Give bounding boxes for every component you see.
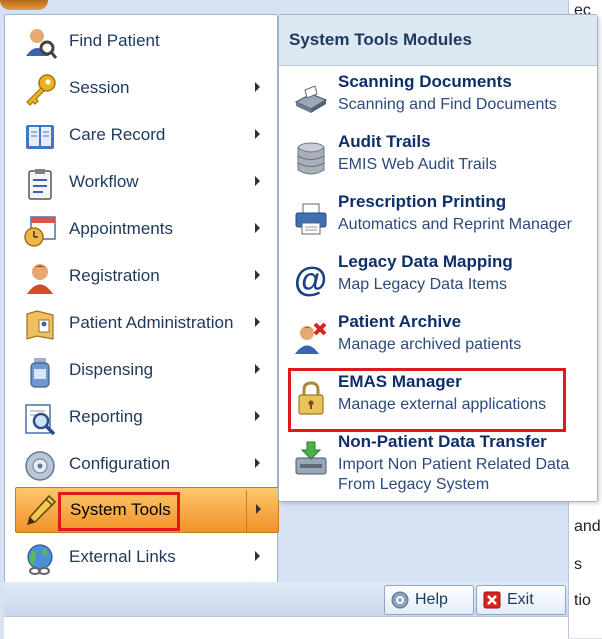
submenu-item-legacy-data-mapping[interactable]: @ Legacy Data Mapping Map Legacy Data It… — [287, 250, 593, 310]
menu-item-care-record[interactable]: Care Record — [15, 113, 277, 159]
menu-item-label: Configuration — [69, 454, 171, 473]
menu-item-label: Reporting — [69, 407, 143, 426]
submenu-header: System Tools Modules — [279, 15, 597, 66]
submenu-arrow-icon — [255, 458, 260, 468]
pencil-icon — [26, 494, 57, 526]
menu-item-patient-administration[interactable]: Patient Administration — [15, 301, 277, 347]
menu-item-find-patient[interactable]: Find Patient — [15, 19, 277, 65]
menu-item-external-links[interactable]: External Links — [15, 535, 277, 581]
submenu-item-prescription-printing[interactable]: Prescription Printing Automatics and Rep… — [287, 190, 593, 250]
close-icon — [483, 591, 501, 609]
menu-item-label: Registration — [69, 266, 160, 285]
submenu-title: System Tools Modules — [289, 30, 472, 49]
menu-item-label: Patient Administration — [69, 313, 234, 332]
submenu-arrow-icon — [255, 551, 260, 561]
menu-item-session[interactable]: Session — [15, 66, 277, 112]
submenu-item-title: Prescription Printing — [338, 192, 507, 211]
exit-button[interactable]: Exit — [476, 585, 566, 615]
help-icon — [391, 591, 409, 609]
submenu-item-title: Audit Trails — [338, 132, 431, 151]
menu-item-reporting[interactable]: Reporting — [15, 395, 277, 441]
submenu-item-audit-trails[interactable]: Audit Trails EMIS Web Audit Trails — [287, 130, 593, 190]
submenu-item-scanning-documents[interactable]: Scanning Documents Scanning and Find Doc… — [287, 70, 593, 130]
scanner-icon — [294, 85, 328, 113]
submenu-arrow-icon — [255, 223, 260, 233]
background-text-fragment: tio — [574, 592, 591, 609]
at-sign-icon: @ — [294, 261, 327, 298]
background-text-fragment: and — [574, 518, 601, 535]
menu-item-registration[interactable]: Registration — [15, 254, 277, 300]
menu-item-label: Workflow — [69, 172, 139, 191]
submenu-item-title: Scanning Documents — [338, 72, 512, 91]
submenu-item-title: Non-Patient Data Transfer — [338, 432, 547, 451]
patient-archive-icon — [295, 322, 327, 354]
submenu-item-title: Patient Archive — [338, 312, 462, 331]
menu-item-label: Find Patient — [69, 31, 160, 50]
submenu-item-non-patient-data-transfer[interactable]: Non-Patient Data Transfer Import Non Pat… — [287, 430, 593, 498]
submenu-arrow-icon — [255, 82, 260, 92]
submenu-arrow-icon — [255, 364, 260, 374]
workflow-clipboard-icon — [28, 169, 52, 200]
exit-button-label: Exit — [507, 591, 534, 608]
submenu-arrow-icon — [255, 317, 260, 327]
background-text-fragment: s — [574, 556, 582, 573]
patient-admin-folder-icon — [26, 310, 54, 340]
submenu-item-description: EMIS Web Audit Trails — [338, 156, 497, 173]
menu-item-label: Appointments — [69, 219, 173, 238]
submenu-item-description: Manage archived patients — [338, 336, 522, 353]
highlight-box-emas-manager — [288, 368, 566, 432]
split-divider — [246, 490, 247, 532]
submenu-arrow-icon — [255, 129, 260, 139]
submenu-item-description: Map Legacy Data Items — [338, 276, 507, 293]
menu-item-label: Dispensing — [69, 360, 154, 379]
dispensing-bottle-icon — [30, 358, 50, 388]
submenu-arrow-icon — [255, 176, 260, 186]
menu-item-label: Care Record — [69, 125, 166, 144]
background-window-bottom — [4, 616, 568, 639]
data-transfer-icon — [295, 441, 327, 475]
configuration-disk-icon — [25, 451, 55, 481]
application-orb[interactable] — [0, 0, 48, 10]
database-icon — [297, 142, 325, 175]
highlight-box-system-tools — [58, 492, 180, 531]
help-button-label: Help — [415, 591, 448, 608]
menu-item-label: Session — [69, 78, 130, 97]
submenu-arrow-icon — [255, 270, 260, 280]
reporting-magnifier-icon — [25, 404, 56, 436]
menu-item-label: External Links — [69, 547, 176, 566]
menu-item-workflow[interactable]: Workflow — [15, 160, 277, 206]
registration-person-icon — [27, 264, 53, 294]
find-patient-icon — [26, 29, 57, 59]
submenu-item-patient-archive[interactable]: Patient Archive Manage archived patients — [287, 310, 593, 370]
submenu-item-description: Import Non Patient Related Data — [338, 456, 570, 473]
svg-text:@: @ — [294, 261, 327, 298]
printer-icon — [295, 203, 327, 235]
menu-item-dispensing[interactable]: Dispensing — [15, 348, 277, 394]
key-icon — [26, 74, 56, 106]
submenu-arrow-icon — [256, 504, 261, 514]
menu-item-configuration[interactable]: Configuration — [15, 442, 277, 488]
submenu-item-description: Automatics and Reprint Manager — [338, 216, 572, 233]
menu-item-appointments[interactable]: Appointments — [15, 207, 277, 253]
globe-icon — [27, 544, 53, 575]
submenu-item-description-line2: From Legacy System — [338, 476, 490, 493]
submenu-item-description: Scanning and Find Documents — [338, 96, 557, 113]
submenu-item-title: Legacy Data Mapping — [338, 252, 513, 271]
appointments-calendar-icon — [24, 216, 56, 247]
help-button[interactable]: Help — [384, 585, 474, 615]
care-record-book-icon — [26, 125, 54, 149]
submenu-arrow-icon — [255, 411, 260, 421]
